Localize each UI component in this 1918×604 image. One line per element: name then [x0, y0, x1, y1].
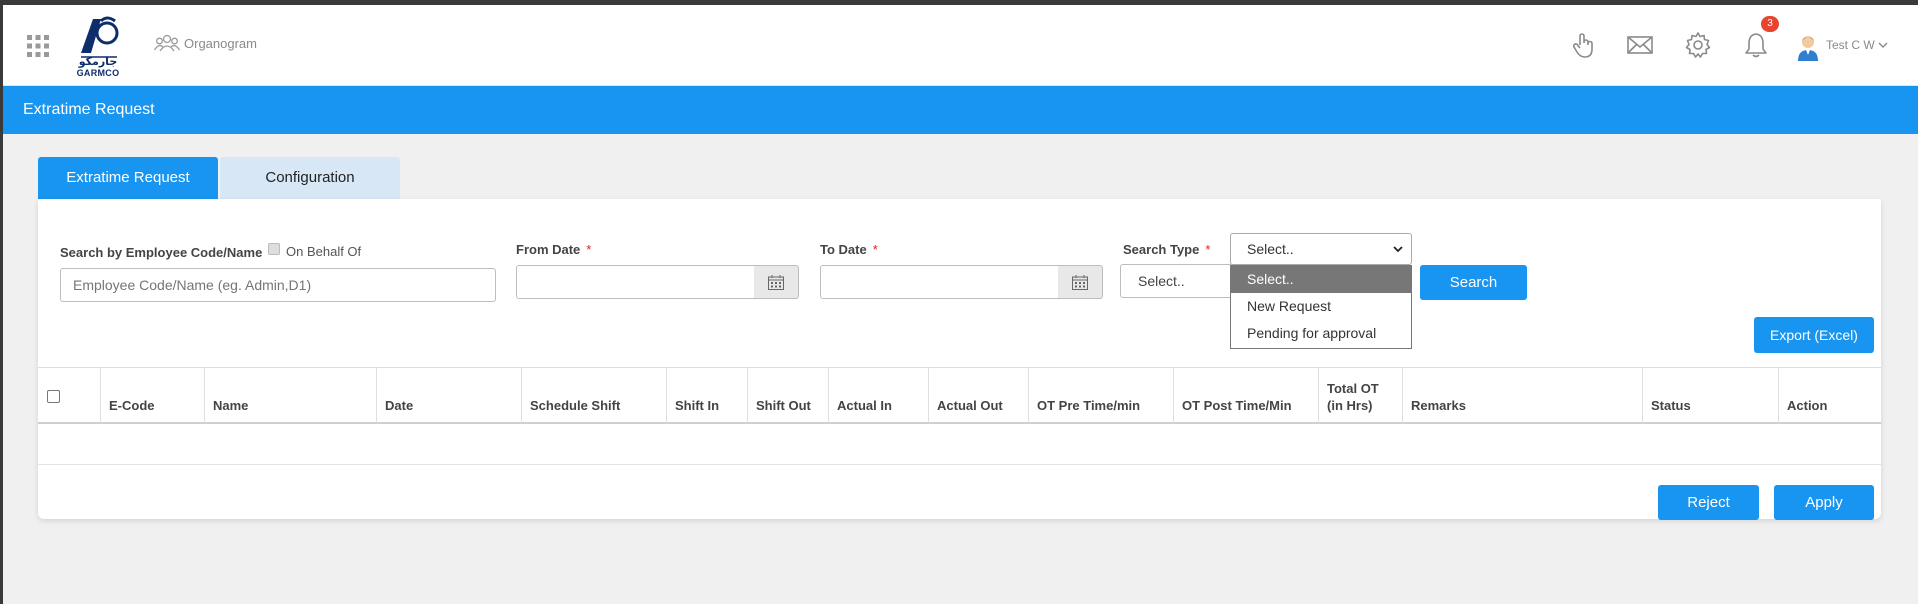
reject-button[interactable]: Reject — [1658, 485, 1759, 520]
employee-search-input[interactable] — [60, 268, 496, 302]
user-menu[interactable]: Test C W — [1826, 38, 1888, 52]
from-date-label: From Date * — [516, 242, 592, 257]
chevron-down-icon — [1878, 42, 1888, 48]
table-header: E-Code Name Date Schedule Shift Shift In… — [38, 367, 1881, 424]
search-type-secondary-select[interactable]: Select.. — [1120, 264, 1240, 298]
export-excel-button[interactable]: Export (Excel) — [1754, 317, 1874, 353]
column-header[interactable]: Name — [204, 368, 376, 423]
dropdown-option-select[interactable]: Select.. — [1231, 266, 1411, 293]
user-avatar[interactable] — [1795, 33, 1821, 61]
app-window: جارمكو GARMCO Organogram 3 Test C W Extr… — [3, 5, 1918, 604]
from-date-input[interactable] — [516, 265, 755, 299]
apps-grid-icon[interactable] — [27, 35, 49, 57]
column-header[interactable]: Actual In — [828, 368, 928, 423]
column-header[interactable]: OT Post Time/Min — [1173, 368, 1318, 423]
bell-icon[interactable] — [1742, 31, 1770, 59]
column-header[interactable]: Total OT (in Hrs) — [1318, 368, 1402, 423]
chevron-down-icon — [1393, 246, 1403, 253]
organogram-label: Organogram — [184, 35, 257, 51]
extratime-request-panel: Search by Employee Code/Name On Behalf O… — [38, 199, 1881, 520]
calendar-icon — [768, 275, 784, 290]
search-type-label: Search Type * — [1123, 242, 1211, 257]
mail-icon[interactable] — [1626, 31, 1654, 59]
search-button[interactable]: Search — [1420, 265, 1527, 300]
on-behalf-checkbox[interactable] — [268, 243, 280, 255]
column-header[interactable]: Action — [1778, 368, 1881, 423]
to-date-input[interactable] — [820, 265, 1059, 299]
select-all-checkbox[interactable] — [47, 390, 60, 403]
hand-pointer-icon[interactable] — [1569, 31, 1597, 59]
organogram-link[interactable]: Organogram — [154, 33, 257, 53]
column-header[interactable]: E-Code — [100, 368, 204, 423]
top-navbar: جارمكو GARMCO Organogram 3 Test C W — [3, 5, 1918, 86]
column-header[interactable]: Shift In — [666, 368, 747, 423]
tab-extratime-request[interactable]: Extratime Request — [38, 157, 218, 199]
apply-button[interactable]: Apply — [1774, 485, 1874, 520]
calendar-icon — [1072, 275, 1088, 290]
column-header[interactable]: Actual Out — [928, 368, 1028, 423]
column-header[interactable]: Shift Out — [747, 368, 828, 423]
column-header[interactable]: OT Pre Time/min — [1028, 368, 1173, 423]
to-date-calendar-button[interactable] — [1058, 265, 1103, 299]
column-header[interactable]: Schedule Shift — [521, 368, 666, 423]
people-icon — [154, 34, 180, 52]
search-type-dropdown: Select.. New Request Pending for approva… — [1230, 265, 1412, 349]
column-header[interactable]: Remarks — [1402, 368, 1642, 423]
page-title: Extratime Request — [3, 86, 1918, 134]
user-name-label: Test C W — [1826, 38, 1875, 52]
from-date-calendar-button[interactable] — [754, 265, 799, 299]
dropdown-option-pending-approval[interactable]: Pending for approval — [1231, 320, 1411, 347]
select-all-column — [38, 368, 100, 423]
tab-configuration[interactable]: Configuration — [220, 157, 400, 199]
garmco-logo[interactable]: جارمكو GARMCO — [71, 13, 125, 79]
gear-icon[interactable] — [1684, 31, 1712, 59]
logo-arabic-text: جارمكو — [78, 56, 118, 68]
search-employee-label: Search by Employee Code/Name — [60, 245, 263, 260]
logo-text: GARMCO — [76, 68, 120, 78]
search-type-select[interactable]: Select.. — [1230, 233, 1412, 265]
column-header[interactable]: Date — [376, 368, 521, 423]
column-header[interactable]: Status — [1642, 368, 1778, 423]
empty-table-row — [38, 424, 1881, 465]
notification-badge: 3 — [1761, 16, 1779, 32]
search-type-selected-value: Select.. — [1247, 241, 1294, 257]
to-date-label: To Date * — [820, 242, 878, 257]
dropdown-option-new-request[interactable]: New Request — [1231, 293, 1411, 320]
on-behalf-label: On Behalf Of — [286, 244, 362, 259]
